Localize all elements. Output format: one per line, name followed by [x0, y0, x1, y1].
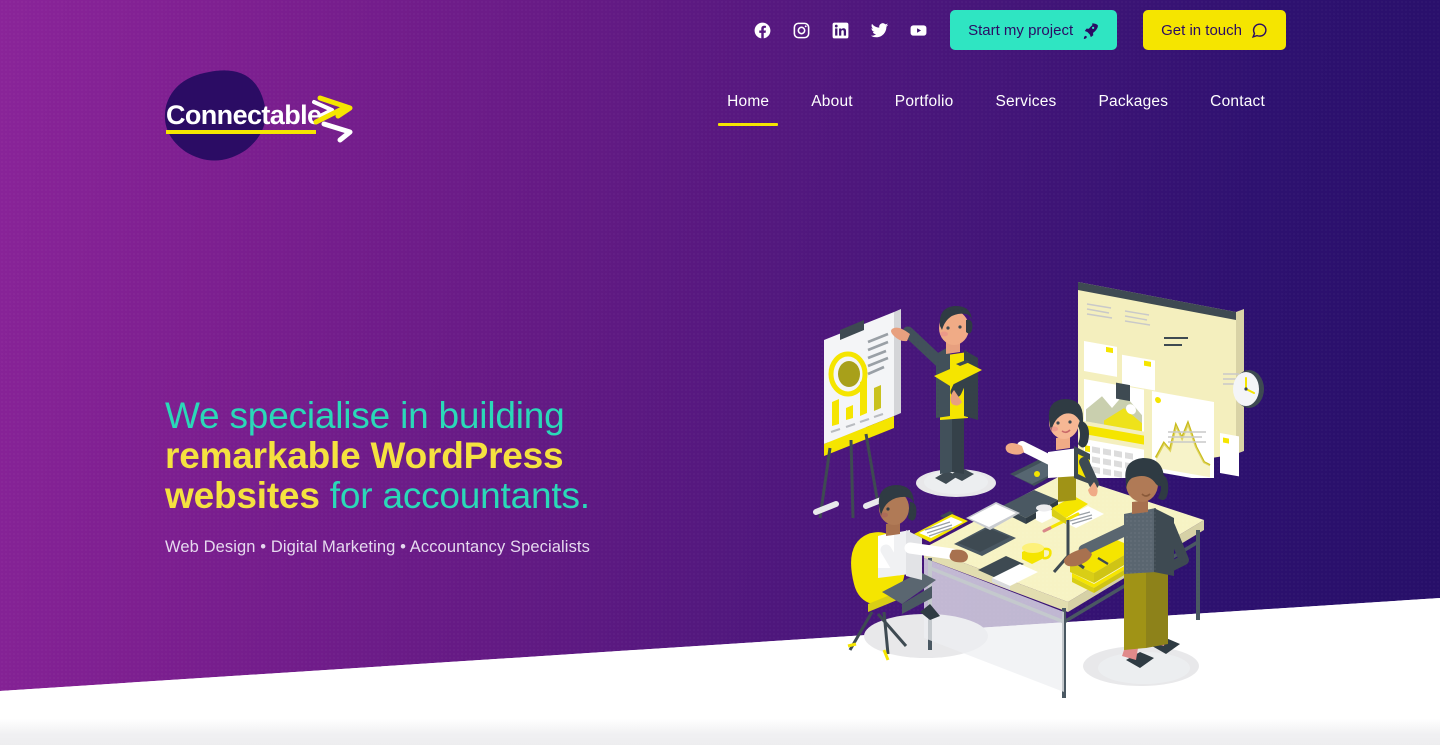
headline-line-2: remarkable WordPress	[165, 436, 785, 476]
headline-period: .	[579, 475, 590, 516]
top-utility-bar: Start my project Get in touch	[0, 0, 1440, 60]
rocket-icon	[1082, 22, 1099, 39]
person-presenting	[891, 305, 988, 494]
get-in-touch-button[interactable]: Get in touch	[1143, 10, 1286, 50]
youtube-icon[interactable]	[909, 21, 928, 40]
page-bottom-strip	[0, 719, 1440, 745]
start-my-project-label: Start my project	[968, 21, 1074, 39]
hero-subtitle: Web Design • Digital Marketing • Account…	[165, 538, 590, 556]
nav-item-packages[interactable]: Packages	[1078, 86, 1190, 140]
linkedin-icon[interactable]	[831, 21, 850, 40]
hero-copy: We specialise in building remarkable Wor…	[165, 396, 785, 557]
instagram-icon[interactable]	[792, 21, 811, 40]
headline-websites: websites	[165, 475, 320, 516]
hero-illustration	[806, 268, 1276, 708]
headline-line-1: We specialise in building	[165, 396, 785, 436]
twitter-icon[interactable]	[870, 21, 889, 40]
facebook-icon[interactable]	[753, 21, 772, 40]
headline-line-3: websites for accountants.	[165, 476, 785, 516]
nav-item-portfolio[interactable]: Portfolio	[874, 86, 975, 140]
svg-text:Connectable: Connectable	[166, 100, 322, 130]
site-logo[interactable]: Connectable	[154, 64, 366, 168]
nav-item-about[interactable]: About	[790, 86, 874, 140]
social-links	[753, 21, 928, 40]
headline-remarkable-wordpress: remarkable WordPress	[165, 435, 564, 476]
nav-item-home[interactable]: Home	[706, 86, 790, 140]
speech-bubble-icon	[1251, 22, 1268, 39]
headline-in-building: in building	[389, 395, 565, 436]
hero-headline: We specialise in building remarkable Wor…	[165, 396, 785, 516]
get-in-touch-label: Get in touch	[1161, 21, 1242, 39]
hero-section: Start my project Get in touch Connectabl…	[0, 0, 1440, 745]
main-navigation: Home About Portfolio Services Packages C…	[706, 86, 1286, 140]
headline-we-specialise: We specialise	[165, 395, 390, 436]
nav-item-contact[interactable]: Contact	[1189, 86, 1286, 140]
headline-for-accountants: for accountants	[319, 475, 580, 516]
nav-item-services[interactable]: Services	[974, 86, 1077, 140]
start-my-project-button[interactable]: Start my project	[950, 10, 1118, 50]
